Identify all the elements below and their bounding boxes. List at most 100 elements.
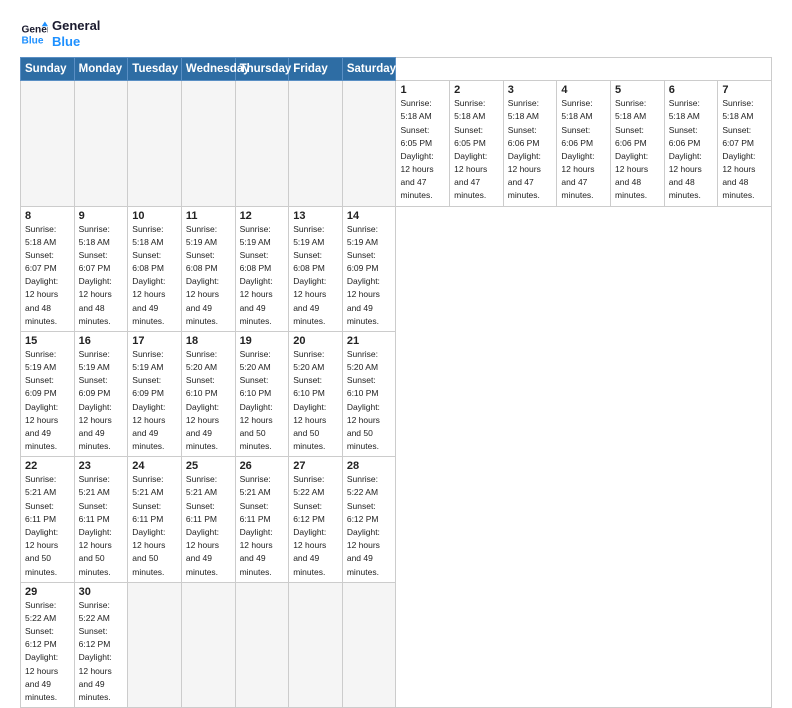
day-info: Sunrise: 5:18 AMSunset: 6:06 PMDaylight:…: [669, 97, 714, 202]
day-number: 5: [615, 84, 660, 96]
calendar-cell: 23Sunrise: 5:21 AMSunset: 6:11 PMDayligh…: [74, 457, 128, 582]
day-number: 2: [454, 84, 499, 96]
calendar-cell: [289, 582, 343, 707]
day-info: Sunrise: 5:21 AMSunset: 6:11 PMDaylight:…: [186, 473, 231, 578]
day-number: 17: [132, 335, 177, 347]
day-info: Sunrise: 5:18 AMSunset: 6:06 PMDaylight:…: [508, 97, 553, 202]
calendar-cell: [74, 81, 128, 206]
day-number: 21: [347, 335, 392, 347]
calendar-header-tuesday: Tuesday: [128, 58, 182, 81]
day-info: Sunrise: 5:21 AMSunset: 6:11 PMDaylight:…: [79, 473, 124, 578]
calendar-week-row: 22 Sunrise: 5:21 AMSunset: 6:11 PMDayligh…: [21, 457, 772, 582]
calendar-cell: 24Sunrise: 5:21 AMSunset: 6:11 PMDayligh…: [128, 457, 182, 582]
day-info: Sunrise: 5:18 AMSunset: 6:06 PMDaylight:…: [561, 97, 606, 202]
calendar-cell: 14Sunrise: 5:19 AMSunset: 6:09 PMDayligh…: [342, 206, 396, 331]
calendar-cell: 25Sunrise: 5:21 AMSunset: 6:11 PMDayligh…: [181, 457, 235, 582]
calendar-cell: 6Sunrise: 5:18 AMSunset: 6:06 PMDaylight…: [664, 81, 718, 206]
day-info: Sunrise: 5:19 AMSunset: 6:09 PMDaylight:…: [132, 348, 177, 453]
calendar-cell: 18Sunrise: 5:20 AMSunset: 6:10 PMDayligh…: [181, 331, 235, 456]
calendar-cell: 3Sunrise: 5:18 AMSunset: 6:06 PMDaylight…: [503, 81, 557, 206]
day-info: Sunrise: 5:19 AMSunset: 6:08 PMDaylight:…: [186, 223, 231, 328]
day-number: 20: [293, 335, 338, 347]
calendar-cell: [342, 81, 396, 206]
calendar-header-row: SundayMondayTuesdayWednesdayThursdayFrid…: [21, 58, 772, 81]
day-info: Sunrise: 5:20 AMSunset: 6:10 PMDaylight:…: [186, 348, 231, 453]
calendar-cell: 26Sunrise: 5:21 AMSunset: 6:11 PMDayligh…: [235, 457, 289, 582]
logo-icon: General Blue: [20, 20, 48, 48]
calendar-cell: 20Sunrise: 5:20 AMSunset: 6:10 PMDayligh…: [289, 331, 343, 456]
calendar-cell: [342, 582, 396, 707]
day-info: Sunrise: 5:20 AMSunset: 6:10 PMDaylight:…: [293, 348, 338, 453]
day-number: 14: [347, 210, 392, 222]
calendar-header-friday: Friday: [289, 58, 343, 81]
calendar-cell: 21Sunrise: 5:20 AMSunset: 6:10 PMDayligh…: [342, 331, 396, 456]
day-number: 4: [561, 84, 606, 96]
day-number: 6: [669, 84, 714, 96]
day-info: Sunrise: 5:22 AMSunset: 6:12 PMDaylight:…: [79, 599, 124, 704]
day-number: 11: [186, 210, 231, 222]
logo-text: General Blue: [52, 18, 100, 49]
calendar-cell: 9Sunrise: 5:18 AMSunset: 6:07 PMDaylight…: [74, 206, 128, 331]
day-info: Sunrise: 5:22 AMSunset: 6:12 PMDaylight:…: [347, 473, 392, 578]
day-info: Sunrise: 5:18 AMSunset: 6:07 PMDaylight:…: [79, 223, 124, 328]
calendar-cell: [21, 81, 75, 206]
day-info: Sunrise: 5:19 AMSunset: 6:08 PMDaylight:…: [293, 223, 338, 328]
day-number: 10: [132, 210, 177, 222]
calendar-cell: 13Sunrise: 5:19 AMSunset: 6:08 PMDayligh…: [289, 206, 343, 331]
calendar-week-row: 1Sunrise: 5:18 AMSunset: 6:05 PMDaylight…: [21, 81, 772, 206]
calendar-cell: 8Sunrise: 5:18 AMSunset: 6:07 PMDaylight…: [21, 206, 75, 331]
day-info: Sunrise: 5:22 AMSunset: 6:12 PMDaylight:…: [25, 599, 70, 704]
day-info: Sunrise: 5:20 AMSunset: 6:10 PMDaylight:…: [347, 348, 392, 453]
day-number: 28: [347, 460, 392, 472]
calendar-cell: [181, 81, 235, 206]
day-number: 9: [79, 210, 124, 222]
day-info: Sunrise: 5:19 AMSunset: 6:09 PMDaylight:…: [25, 348, 70, 453]
day-number: 13: [293, 210, 338, 222]
day-info: Sunrise: 5:18 AMSunset: 6:06 PMDaylight:…: [615, 97, 660, 202]
calendar-cell: [289, 81, 343, 206]
day-number: 12: [240, 210, 285, 222]
calendar-cell: 15Sunrise: 5:19 AMSunset: 6:09 PMDayligh…: [21, 331, 75, 456]
svg-text:Blue: Blue: [22, 35, 44, 46]
calendar-table: SundayMondayTuesdayWednesdayThursdayFrid…: [20, 57, 772, 708]
page: General Blue General Blue SundayMondayTu…: [0, 0, 792, 612]
calendar-cell: 22Sunrise: 5:21 AMSunset: 6:11 PMDayligh…: [21, 457, 75, 582]
calendar-cell: 7Sunrise: 5:18 AMSunset: 6:07 PMDaylight…: [718, 81, 772, 206]
calendar-cell: 17Sunrise: 5:19 AMSunset: 6:09 PMDayligh…: [128, 331, 182, 456]
calendar-cell: [128, 582, 182, 707]
calendar-body: 1Sunrise: 5:18 AMSunset: 6:05 PMDaylight…: [21, 81, 772, 708]
header: General Blue General Blue: [20, 18, 772, 49]
day-info: Sunrise: 5:18 AMSunset: 6:07 PMDaylight:…: [722, 97, 767, 202]
calendar-cell: 1Sunrise: 5:18 AMSunset: 6:05 PMDaylight…: [396, 81, 450, 206]
calendar-week-row: 8 Sunrise: 5:18 AMSunset: 6:07 PMDaylight…: [21, 206, 772, 331]
calendar-cell: 29Sunrise: 5:22 AMSunset: 6:12 PMDayligh…: [21, 582, 75, 707]
day-number: 24: [132, 460, 177, 472]
day-number: 30: [79, 586, 124, 598]
day-number: 19: [240, 335, 285, 347]
day-number: 22: [25, 460, 70, 472]
day-info: Sunrise: 5:19 AMSunset: 6:08 PMDaylight:…: [240, 223, 285, 328]
day-number: 29: [25, 586, 70, 598]
calendar-cell: 10Sunrise: 5:18 AMSunset: 6:08 PMDayligh…: [128, 206, 182, 331]
day-number: 15: [25, 335, 70, 347]
calendar-cell: 12Sunrise: 5:19 AMSunset: 6:08 PMDayligh…: [235, 206, 289, 331]
day-info: Sunrise: 5:20 AMSunset: 6:10 PMDaylight:…: [240, 348, 285, 453]
calendar-header-sunday: Sunday: [21, 58, 75, 81]
day-number: 1: [400, 84, 445, 96]
calendar-cell: 4Sunrise: 5:18 AMSunset: 6:06 PMDaylight…: [557, 81, 611, 206]
calendar-cell: [128, 81, 182, 206]
calendar-cell: [235, 582, 289, 707]
day-number: 3: [508, 84, 553, 96]
logo: General Blue General Blue: [20, 18, 100, 49]
calendar-cell: 27Sunrise: 5:22 AMSunset: 6:12 PMDayligh…: [289, 457, 343, 582]
day-number: 7: [722, 84, 767, 96]
calendar-cell: 5Sunrise: 5:18 AMSunset: 6:06 PMDaylight…: [611, 81, 665, 206]
calendar-cell: 16Sunrise: 5:19 AMSunset: 6:09 PMDayligh…: [74, 331, 128, 456]
calendar-cell: 11Sunrise: 5:19 AMSunset: 6:08 PMDayligh…: [181, 206, 235, 331]
day-number: 8: [25, 210, 70, 222]
calendar-header-saturday: Saturday: [342, 58, 396, 81]
calendar-cell: 28Sunrise: 5:22 AMSunset: 6:12 PMDayligh…: [342, 457, 396, 582]
day-number: 25: [186, 460, 231, 472]
day-info: Sunrise: 5:18 AMSunset: 6:05 PMDaylight:…: [400, 97, 445, 202]
calendar-cell: 30Sunrise: 5:22 AMSunset: 6:12 PMDayligh…: [74, 582, 128, 707]
